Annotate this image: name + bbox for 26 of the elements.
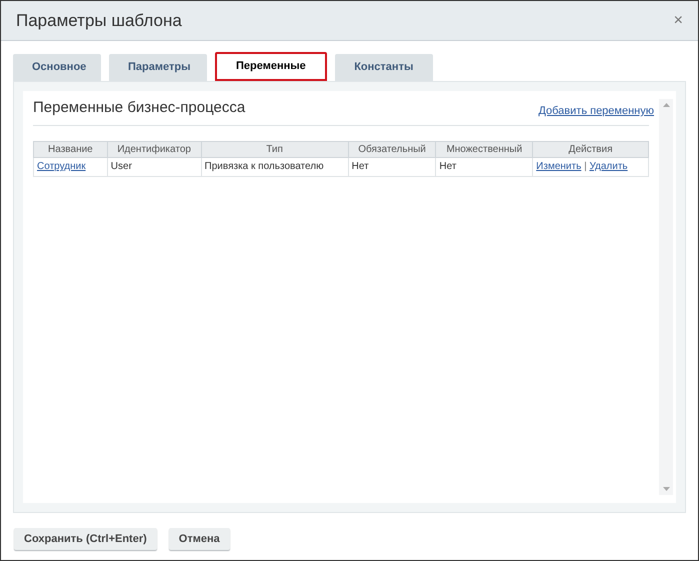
table-cell: Нет bbox=[436, 157, 533, 176]
column-header: Действия bbox=[532, 141, 648, 157]
table-cell: Нет bbox=[348, 157, 436, 176]
column-header: Множественный bbox=[436, 141, 533, 157]
section-title: Переменные бизнес-процесса bbox=[33, 98, 246, 118]
column-header: Название bbox=[34, 141, 108, 157]
delete-link[interactable]: Удалить bbox=[589, 161, 628, 172]
edit-link[interactable]: Изменить bbox=[536, 161, 582, 172]
save-button[interactable]: Сохранить (Ctrl+Enter) bbox=[14, 528, 157, 550]
scroll-up-icon[interactable] bbox=[662, 103, 670, 107]
column-header: Тип bbox=[201, 141, 348, 157]
tab[interactable]: Переменные bbox=[215, 52, 327, 81]
add-variable-link[interactable]: Добавить переменную bbox=[538, 103, 654, 120]
tab[interactable]: Основное bbox=[13, 54, 101, 81]
tab[interactable]: Константы bbox=[334, 54, 433, 81]
close-button[interactable]: × bbox=[674, 12, 683, 28]
column-header: Идентификатор bbox=[107, 141, 202, 157]
cancel-button[interactable]: Отмена bbox=[168, 528, 230, 550]
column-header: Обязательный bbox=[348, 141, 436, 157]
window-title: Параметры шаблона bbox=[16, 10, 182, 32]
scroll-down-icon[interactable] bbox=[662, 487, 670, 491]
scrollbar[interactable] bbox=[659, 99, 673, 495]
table-cell: Привязка к пользователю bbox=[201, 157, 348, 176]
table-cell: User bbox=[107, 157, 202, 176]
separator: | bbox=[583, 161, 588, 172]
tab[interactable]: Параметры bbox=[109, 54, 207, 81]
